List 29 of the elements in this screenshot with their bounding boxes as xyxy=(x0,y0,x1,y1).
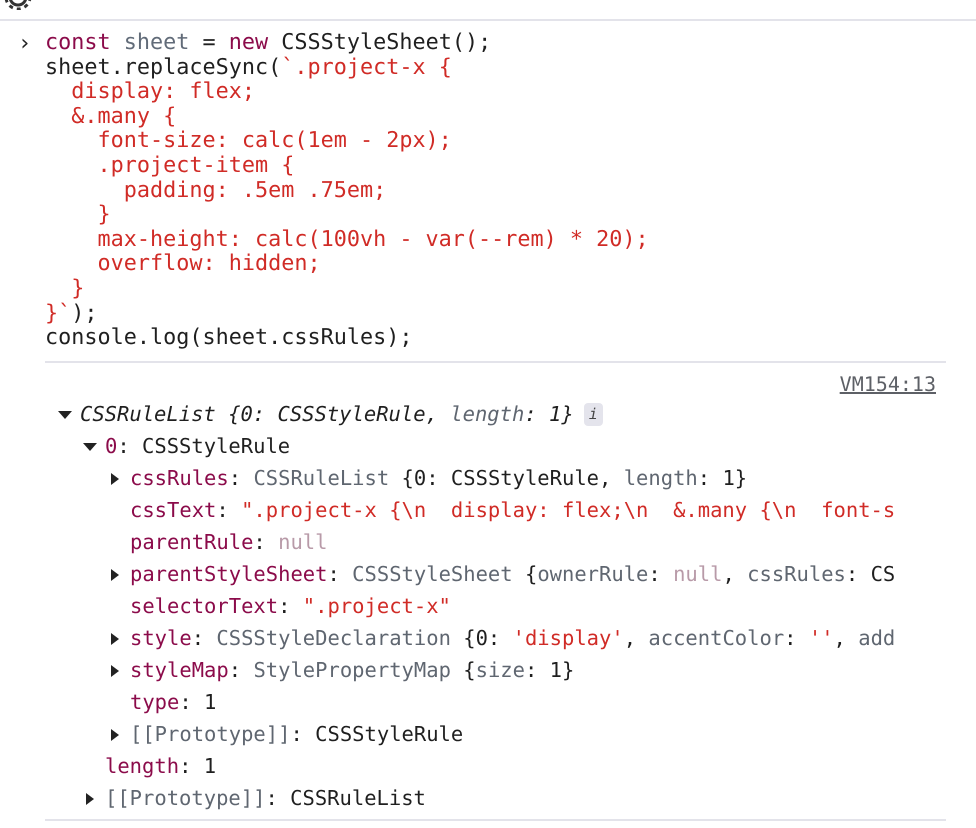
tree-row-text: selectorText: ".project-x" xyxy=(130,593,451,620)
code-line: .project-item { xyxy=(96,154,296,179)
tree-row-text: 0: CSSStyleRule xyxy=(105,433,290,460)
source-link[interactable]: VM154:13 xyxy=(840,368,936,399)
code-line: font-size: calc(1em - 2px); xyxy=(96,129,453,154)
code-line: sheet.replaceSync(`.project-x { xyxy=(45,56,453,80)
tree-row-text: cssRules: CSSRuleList {0: CSSStyleRule, length: 1} xyxy=(130,465,748,492)
code-line: display: flex; xyxy=(70,80,256,105)
prompt-chevron: › xyxy=(18,31,32,58)
code-line: &.many { xyxy=(70,104,178,130)
tree-row-text: CSSRuleList {0: CSSStyleRule, length: 1} xyxy=(80,401,574,428)
tree-row-text: type: 1 xyxy=(130,689,216,716)
code-line: max-height: calc(100vh - var(--rem) * 20); xyxy=(96,228,649,252)
tree-row-text: [[Prototype]]: CSSStyleRule xyxy=(130,721,464,748)
code-line: } xyxy=(96,203,112,228)
code-line: } xyxy=(70,276,86,302)
tree-row-text: style: CSSStyleDeclaration {0: 'display', accentColor: '', add xyxy=(130,625,896,652)
code-line: console.log(sheet.cssRules); xyxy=(45,326,414,351)
code-line: }`); xyxy=(45,302,98,326)
code-line: padding: .5em .75em; xyxy=(122,178,388,204)
tree-row-text: parentRule: null xyxy=(130,529,328,556)
tree-row-text: [[Prototype]]: CSSRuleList xyxy=(105,785,426,812)
tree-row-text: styleMap: StylePropertyMap {size: 1} xyxy=(130,657,574,684)
tree-row-text: cssText: ".project-x {\n display: flex;\n &.many {\n font-s xyxy=(130,497,896,524)
tree-row-text: length: 1 xyxy=(105,753,216,780)
info-badge[interactable]: i xyxy=(584,403,603,426)
tree-row-text: parentStyleSheet: CSSStyleSheet {ownerRule: null, cssRules: CS xyxy=(130,561,896,588)
code-line: const sheet = new CSSStyleSheet(); xyxy=(45,31,492,56)
code-line: overflow: hidden; xyxy=(96,252,322,277)
